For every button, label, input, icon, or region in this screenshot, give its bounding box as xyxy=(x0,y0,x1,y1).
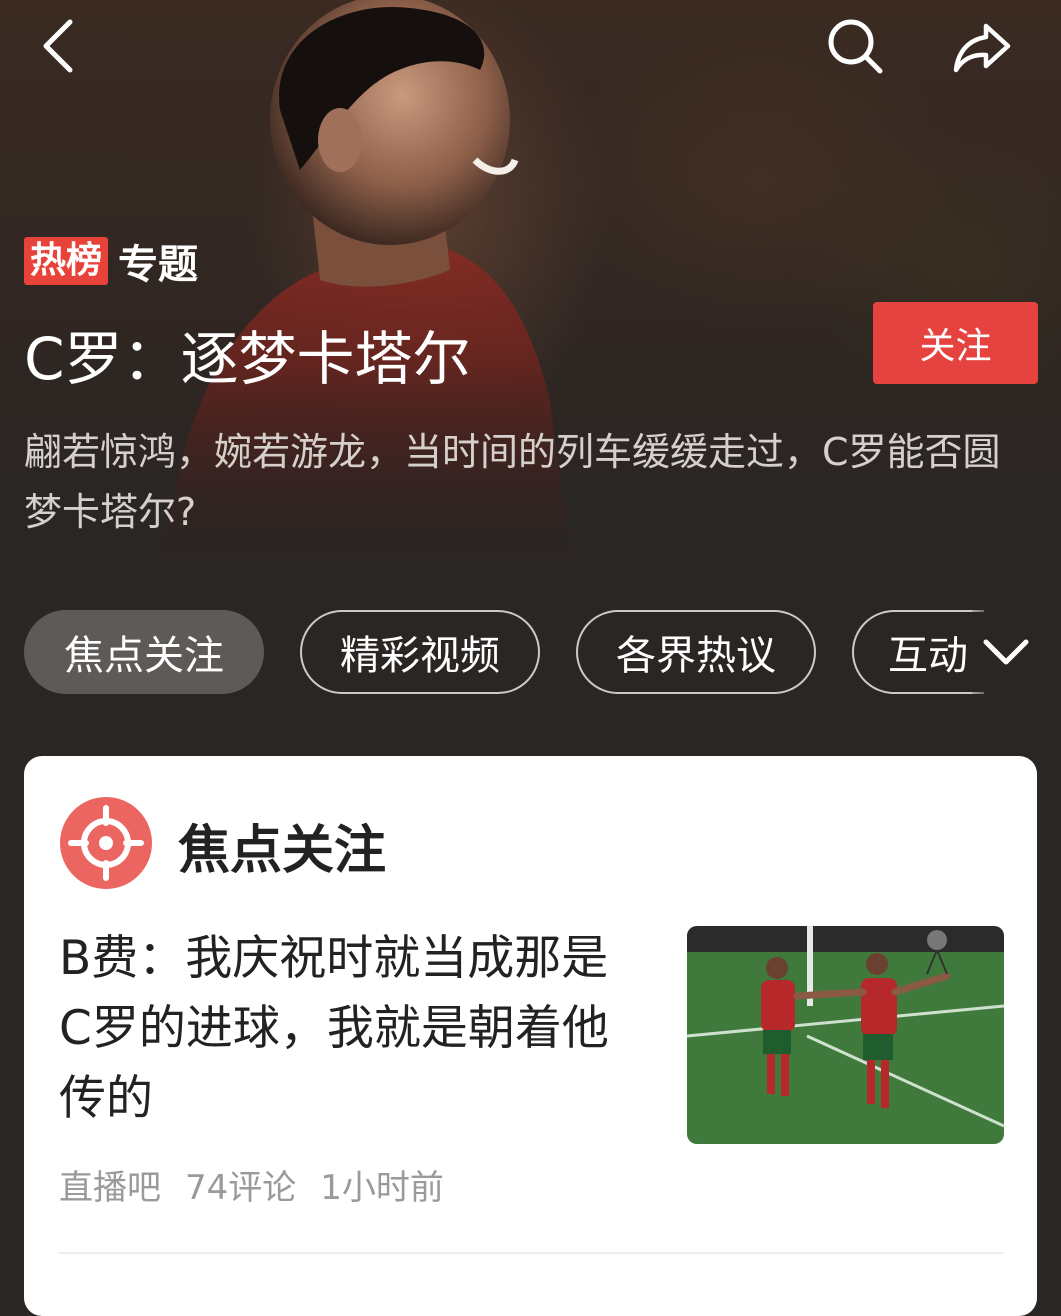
page-title: C罗：逐梦卡塔尔 xyxy=(24,325,471,393)
search-icon xyxy=(828,19,883,74)
topic-tags: 热榜 专题 xyxy=(24,232,198,290)
chevron-left-icon xyxy=(43,19,73,73)
tab-videos[interactable]: 精彩视频 xyxy=(300,610,540,694)
topic-label: 专题 xyxy=(118,242,199,288)
hot-list-badge: 热榜 xyxy=(24,237,109,285)
section-title: 焦点关注 xyxy=(178,821,387,881)
target-icon xyxy=(59,796,153,894)
news-comment-count: 74评论 xyxy=(185,1168,297,1208)
tab-interaction[interactable]: 互动 xyxy=(852,610,984,694)
news-title[interactable]: B费：我庆祝时就当成那是C罗的进球，我就是朝着他传的 xyxy=(59,924,639,1134)
tab-discussion[interactable]: 各界热议 xyxy=(576,610,816,694)
divider xyxy=(59,1252,1004,1254)
news-thumbnail[interactable] xyxy=(687,926,1004,1144)
tab-focus[interactable]: 焦点关注 xyxy=(24,610,264,694)
topic-description: 翩若惊鸿，婉若游龙，当时间的列车缓缓走过，C罗能否圆梦卡塔尔? xyxy=(24,430,1001,534)
news-source: 直播吧 xyxy=(59,1168,161,1208)
news-time: 1小时前 xyxy=(320,1168,444,1208)
share-icon xyxy=(953,23,1011,73)
expand-tabs-button[interactable] xyxy=(982,628,1030,680)
back-button[interactable] xyxy=(26,14,90,78)
tab-bar: 焦点关注 精彩视频 各界热议 互动 xyxy=(24,610,984,698)
chevron-down-icon xyxy=(983,639,1029,665)
news-meta: 直播吧 74评论 1小时前 xyxy=(59,1160,468,1209)
share-button[interactable] xyxy=(950,14,1014,78)
focus-section-card: 焦点关注 B费：我庆祝时就当成那是C罗的进球，我就是朝着他传的 直播吧 74评论… xyxy=(24,756,1037,1316)
follow-button[interactable]: 关注 xyxy=(873,302,1038,384)
search-button[interactable] xyxy=(823,14,887,78)
